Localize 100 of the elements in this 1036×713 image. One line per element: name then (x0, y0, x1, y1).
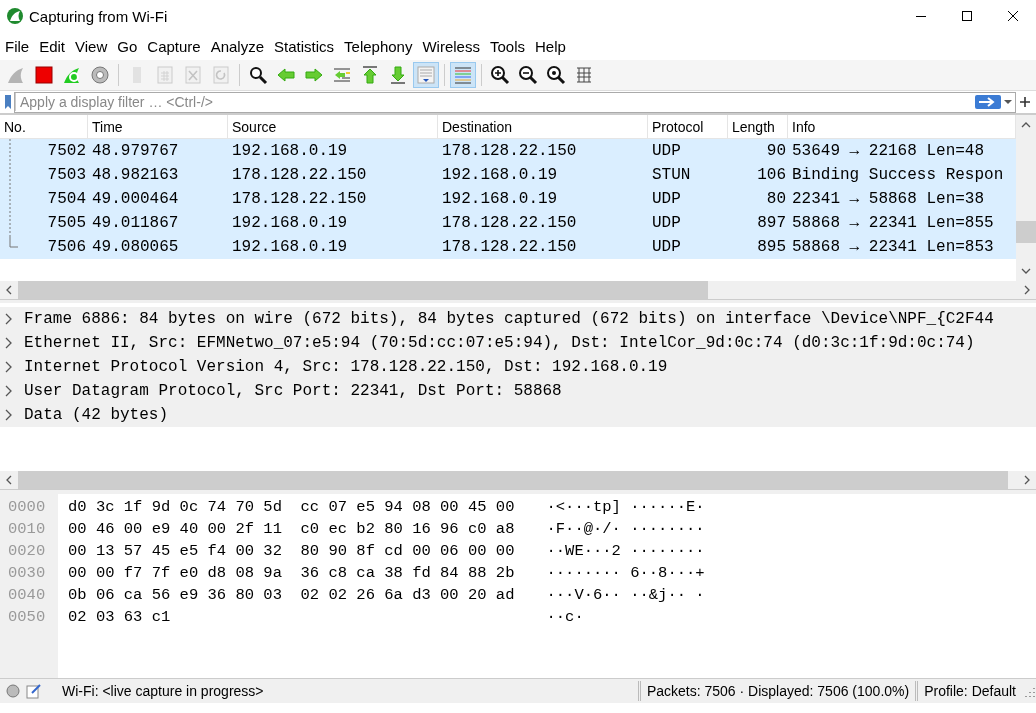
column-header[interactable]: Destination (438, 115, 648, 138)
hex-bytes: 00 13 57 45 e5 f4 00 32 80 90 8f cd 00 06 00 00 (68, 541, 515, 562)
column-header[interactable]: Protocol (648, 115, 728, 138)
column-header[interactable]: Time (88, 115, 228, 138)
table-cell-text: UDP (651, 189, 682, 210)
app-logo-icon (6, 7, 24, 25)
table-cell-text: 192.168.0.19 (231, 237, 349, 258)
menu-item[interactable]: Wireless (417, 37, 485, 55)
ascii-bytes: ···V·6·· ··&j·· · (546, 585, 705, 606)
grid-document-icon (155, 65, 175, 85)
restart-icon (62, 65, 82, 85)
menu-item[interactable]: Statistics (269, 37, 340, 55)
hex-bytes: 02 03 63 c1 (68, 607, 172, 628)
expand-chevron-icon[interactable] (4, 313, 14, 325)
left-arrow-icon (276, 65, 296, 85)
expand-chevron-icon[interactable] (4, 361, 14, 373)
table-cell-text: 897 (756, 213, 787, 234)
table-cell-text: 178.128.22.150 (441, 237, 578, 258)
ascii-bytes: ·<···tp] ······E· (546, 497, 705, 518)
column-header[interactable]: No. (0, 115, 88, 138)
menu-item[interactable]: Tools (484, 37, 530, 55)
table-cell-text: 7503 (46, 165, 87, 186)
table-cell-text: 80 (765, 189, 787, 210)
byte-offset: 0000 (8, 497, 47, 518)
packet-count: Packets: 7506 · Displayed: 7506 (100.0%) (646, 683, 910, 699)
resize-columns-icon (574, 65, 594, 85)
go-to-packet-icon (332, 65, 352, 85)
status-circle-icon[interactable] (6, 684, 20, 698)
stop-icon (34, 65, 54, 85)
zoom-out-icon (518, 65, 538, 85)
hex-bytes: 00 46 00 e9 40 00 2f 11 c0 ec b2 80 16 96 c0 a8 (68, 519, 515, 540)
table-cell-text: 7502 (46, 141, 87, 162)
byte-offset: 0050 (8, 607, 47, 628)
add-filter-icon[interactable] (1020, 97, 1030, 107)
table-cell-text: UDP (651, 237, 682, 258)
menu-item[interactable]: Go (112, 37, 143, 55)
column-header[interactable]: Length (728, 115, 788, 138)
expand-chevron-icon[interactable] (4, 337, 14, 349)
colorize-button[interactable] (450, 62, 476, 88)
scrollbar-thumb[interactable] (18, 281, 708, 299)
byte-offset: 0040 (8, 585, 47, 606)
packet-row[interactable]: 7504 49.000464 178.128.22.150 192.168.0.19 UDP 80 22341 → 58868 Len=38 (0, 187, 1016, 211)
expand-chevron-icon[interactable] (4, 385, 14, 397)
table-cell-text: 192.168.0.19 (441, 165, 559, 186)
vertical-scrollbar[interactable] (1016, 115, 1036, 281)
expand-chevron-icon[interactable] (4, 409, 14, 421)
packet-row[interactable]: 7503 48.982163 178.128.22.150 192.168.0.19 STUN 106 Binding Success Respon (0, 163, 1016, 187)
table-cell-text: 895 (756, 237, 787, 258)
table-cell-text: 192.168.0.19 (231, 141, 349, 162)
table-cell-text: 90 (765, 141, 787, 162)
up-arrow-icon (360, 65, 380, 85)
table-cell-text: 22341 → 58868 Len=38 (791, 189, 986, 210)
ascii-bytes: ··WE···2 ········ (546, 541, 705, 562)
menu-item[interactable]: File (0, 37, 35, 55)
packet-row[interactable]: 7506 49.080065 192.168.0.19 178.128.22.150 UDP 895 58868 → 22341 Len=853 (0, 235, 1016, 259)
maximize-icon[interactable] (961, 10, 973, 22)
table-cell-text: 192.168.0.19 (231, 213, 349, 234)
display-filter-field[interactable]: Apply a display filter … <Ctrl-/> (14, 91, 1016, 113)
edit-comment-icon[interactable] (26, 683, 42, 699)
ascii-bytes: ········ 6··8···+ (546, 563, 705, 584)
colorize-icon (453, 65, 473, 85)
menu-item[interactable]: View (70, 37, 113, 55)
table-cell-text: 58868 → 22341 Len=853 (791, 237, 995, 258)
byte-offset: 0010 (8, 519, 47, 540)
menu-item[interactable]: Capture (142, 37, 206, 55)
close-icon[interactable] (1007, 10, 1019, 22)
hex-bytes: d0 3c 1f 9d 0c 74 70 5d cc 07 e5 94 08 00 45 00 (68, 497, 515, 518)
packet-row[interactable]: 7502 48.979767 192.168.0.19 178.128.22.150 UDP 90 53649 → 22168 Len=48 (0, 139, 1016, 163)
table-cell-text: UDP (651, 213, 682, 234)
profile-label[interactable]: Profile: Default (924, 683, 1016, 699)
byte-offset: 0030 (8, 563, 47, 584)
table-cell-text: 7505 (46, 213, 87, 234)
menu-item[interactable]: Help (530, 37, 571, 55)
hex-bytes: 0b 06 ca 56 e9 36 80 03 02 02 26 6a d3 00 20 ad (68, 585, 515, 606)
tree-item[interactable]: Data (42 bytes) (24, 406, 169, 424)
scrollbar-thumb[interactable] (1016, 221, 1036, 243)
status-text: Wi-Fi: <live capture in progress> (62, 683, 264, 699)
table-cell-text: 106 (756, 165, 787, 186)
table-cell-text: 178.128.22.150 (441, 141, 578, 162)
table-cell-text: 58868 → 22341 Len=855 (791, 213, 995, 234)
ascii-bytes: ·F··@·/· ········ (546, 519, 705, 540)
table-cell-text: 49.080065 (91, 237, 180, 258)
zoom-reset-icon (546, 65, 566, 85)
menu-item[interactable]: Analyze (205, 37, 270, 55)
table-cell-text: 48.982163 (91, 165, 180, 186)
table-cell-text: 48.979767 (91, 141, 180, 162)
table-cell-text: 53649 → 22168 Len=48 (791, 141, 986, 162)
column-header[interactable]: Source (228, 115, 438, 138)
menu-item[interactable]: Edit (34, 37, 71, 55)
horizontal-scrollbar[interactable] (0, 281, 1036, 299)
ascii-bytes: ··c· (546, 607, 585, 628)
right-arrow-icon (304, 65, 324, 85)
table-cell-text: 49.000464 (91, 189, 180, 210)
table-cell-text: 178.128.22.150 (231, 189, 368, 210)
close-file-icon (183, 65, 203, 85)
zoom-in-icon (490, 65, 510, 85)
table-cell-text: UDP (651, 141, 682, 162)
byte-offset: 0020 (8, 541, 47, 562)
packet-row[interactable]: 7505 49.011867 192.168.0.19 178.128.22.150 UDP 897 58868 → 22341 Len=855 (0, 211, 1016, 235)
menu-item[interactable]: Telephony (339, 37, 418, 55)
